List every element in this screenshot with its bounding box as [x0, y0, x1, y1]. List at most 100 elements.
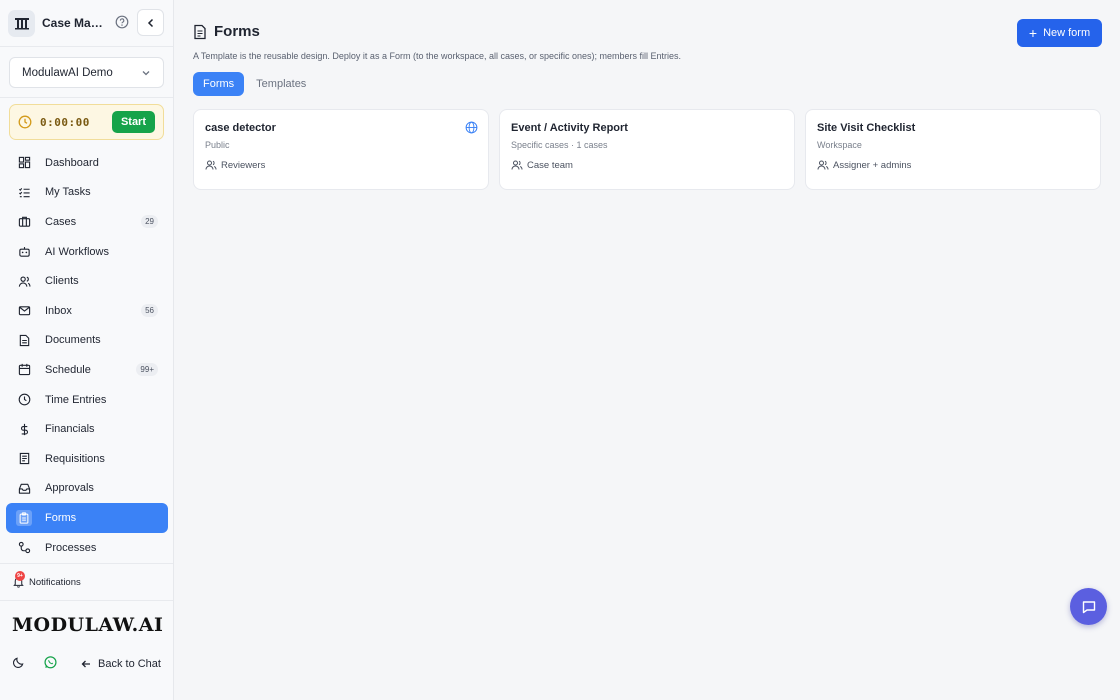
forms-grid: case detector Public Reviewers Event / A… — [193, 109, 1101, 190]
divider — [0, 97, 173, 98]
form-audience: Reviewers — [205, 159, 477, 171]
bell-icon: 9+ — [12, 571, 26, 589]
divider — [0, 46, 173, 47]
calendar-icon — [17, 363, 31, 377]
notifications-button[interactable]: 9+ Notifications — [12, 571, 81, 589]
tasks-icon — [17, 185, 31, 199]
sidebar-item-documents[interactable]: Documents — [6, 326, 168, 356]
clock-icon — [17, 393, 31, 407]
tab-bar: Forms Templates — [193, 72, 318, 96]
whatsapp-icon[interactable] — [43, 655, 58, 673]
chevron-down-icon — [142, 70, 150, 75]
inbox-check-icon — [17, 481, 31, 495]
workspace-name: ModulawAI Demo — [22, 66, 113, 79]
form-card[interactable]: case detector Public Reviewers — [193, 109, 489, 190]
brand-row: Case Man... — [8, 9, 166, 37]
modulaw-logo: MODULAW.AI — [12, 614, 164, 636]
sidebar-item-label: Forms — [45, 511, 77, 524]
back-to-chat-label: Back to Chat — [98, 658, 161, 670]
chat-button[interactable] — [1070, 588, 1107, 625]
audience-label: Reviewers — [221, 159, 266, 171]
tab-forms[interactable]: Forms — [193, 72, 245, 96]
form-scope: Workspace — [817, 140, 862, 150]
time-tracker: 0:00:00 Start — [9, 104, 164, 140]
sidebar-item-label: Cases — [45, 215, 77, 228]
sidebar-item-my-tasks[interactable]: My Tasks — [6, 178, 168, 208]
back-to-chat-link[interactable]: Back to Chat — [80, 658, 161, 670]
users-icon — [511, 159, 523, 171]
sidebar-item-label: Dashboard — [45, 156, 99, 169]
sidebar-item-dashboard[interactable]: Dashboard — [6, 148, 168, 178]
mail-icon — [17, 304, 31, 318]
form-audience: Assigner + admins — [817, 159, 1089, 171]
sidebar: Case Man... ModulawAI Demo 0:00:00 Start… — [0, 0, 174, 700]
page-description: A Template is the reusable design. Deplo… — [193, 51, 682, 61]
form-audience: Case team — [511, 159, 783, 171]
main-nav: Dashboard My Tasks Cases 29 AI Workflows Clie… — [6, 148, 168, 562]
sidebar-item-label: Requisitions — [45, 452, 105, 465]
sidebar-item-schedule[interactable]: Schedule 99+ — [6, 355, 168, 385]
sidebar-item-label: Processes — [45, 541, 97, 554]
form-scope: Public — [205, 140, 230, 150]
clipboard-icon — [16, 509, 32, 526]
app-logo-icon[interactable] — [8, 9, 35, 37]
clock-icon — [18, 115, 32, 129]
chevron-left-icon — [147, 18, 153, 27]
timer-display: 0:00:00 — [40, 115, 90, 129]
sidebar-item-processes[interactable]: Processes — [6, 533, 168, 563]
users-icon — [205, 159, 217, 171]
notification-badge: 9+ — [15, 571, 25, 581]
sidebar-item-forms[interactable]: Forms — [6, 503, 168, 533]
form-title: Site Visit Checklist — [817, 122, 916, 134]
sidebar-item-requisitions[interactable]: Requisitions — [6, 444, 168, 474]
count-badge: 99+ — [136, 363, 158, 377]
collapse-sidebar-button[interactable] — [137, 9, 164, 36]
form-scope: Specific cases · 1 cases — [511, 140, 608, 150]
sidebar-item-label: Clients — [45, 275, 79, 288]
new-form-button[interactable]: + New form — [1017, 19, 1102, 47]
form-card[interactable]: Event / Activity Report Specific cases ·… — [499, 109, 795, 190]
workspace-selector[interactable]: ModulawAI Demo — [9, 57, 164, 88]
users-icon — [817, 159, 829, 171]
divider — [0, 563, 173, 564]
dashboard-icon — [17, 156, 31, 170]
sidebar-item-label: My Tasks — [45, 186, 91, 199]
audience-label: Assigner + admins — [833, 159, 912, 171]
sidebar-item-financials[interactable]: Financials — [6, 414, 168, 444]
help-icon[interactable] — [115, 15, 129, 29]
sidebar-item-label: AI Workflows — [45, 245, 109, 258]
process-icon — [17, 541, 31, 555]
sidebar-item-label: Financials — [45, 423, 95, 436]
document-icon — [17, 333, 31, 347]
dark-mode-icon[interactable] — [12, 656, 25, 672]
sidebar-item-label: Schedule — [45, 363, 91, 376]
sidebar-item-label: Time Entries — [45, 393, 107, 406]
globe-icon — [465, 121, 478, 134]
briefcase-icon — [17, 215, 31, 229]
new-form-label: New form — [1043, 27, 1091, 39]
sidebar-footer: Back to Chat — [12, 655, 172, 673]
form-title: Event / Activity Report — [511, 122, 628, 134]
page-title: Forms — [214, 23, 260, 40]
sidebar-item-time-entries[interactable]: Time Entries — [6, 385, 168, 415]
dollar-icon — [17, 422, 31, 436]
form-title: case detector — [205, 122, 276, 134]
robot-icon — [17, 245, 31, 259]
sidebar-item-cases[interactable]: Cases 29 — [6, 207, 168, 237]
page-header: Forms — [193, 23, 260, 40]
sidebar-item-label: Documents — [45, 334, 101, 347]
sidebar-item-ai-workflows[interactable]: AI Workflows — [6, 237, 168, 267]
sidebar-item-label: Inbox — [45, 304, 72, 317]
tab-templates[interactable]: Templates — [246, 72, 316, 96]
sidebar-item-approvals[interactable]: Approvals — [6, 474, 168, 504]
users-icon — [17, 274, 31, 288]
workspace-app-name[interactable]: Case Man... — [42, 16, 106, 30]
sidebar-item-inbox[interactable]: Inbox 56 — [6, 296, 168, 326]
count-badge: 29 — [141, 215, 158, 229]
audience-label: Case team — [527, 159, 573, 171]
start-timer-button[interactable]: Start — [111, 111, 155, 133]
receipt-icon — [17, 452, 31, 466]
form-card[interactable]: Site Visit Checklist Workspace Assigner … — [805, 109, 1101, 190]
sidebar-item-clients[interactable]: Clients — [6, 266, 168, 296]
main-content: Forms A Template is the reusable design.… — [174, 0, 1120, 700]
